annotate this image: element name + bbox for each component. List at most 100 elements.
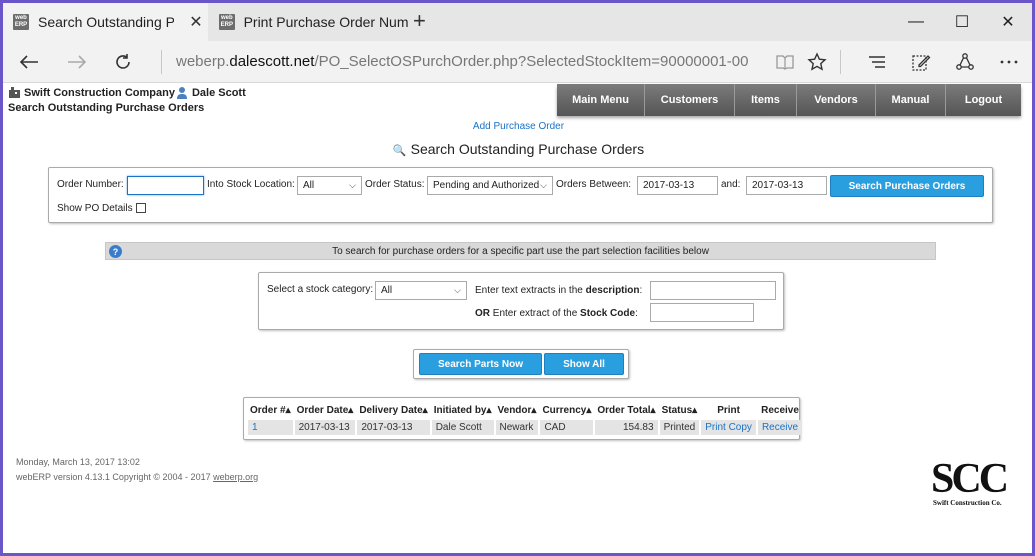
header-print: Print [717,405,740,416]
part-search-panel: Select a stock category: All ⌵ Enter tex… [258,272,784,330]
cell-delivery-date: 2017-03-13 [357,420,430,435]
share-icon [956,53,974,70]
tab-bar: web ERP Search Outstanding Pur ✕ web ERP… [3,3,1032,41]
print-copy-link[interactable]: Print Copy [701,420,756,435]
divider [840,50,841,74]
cell-order-number[interactable]: 1 [248,420,293,435]
footer-version: webERP version 4.13.1 Copyright © 2004 -… [16,472,259,482]
footer-datetime: Monday, March 13, 2017 13:02 [16,457,140,467]
table-row: 1 2017-03-13 2017-03-13 Dale Scott Newar… [248,420,803,435]
minimize-button[interactable]: — [893,3,939,41]
menu-items[interactable]: Items [735,84,797,116]
weberp-link[interactable]: weberp.org [213,472,258,482]
new-tab-button[interactable]: + [413,8,426,34]
refresh-icon [116,54,130,69]
back-button[interactable] [13,46,45,78]
stock-code-input[interactable] [650,303,754,322]
header-initiated-by[interactable]: Initiated by▴ [432,403,494,418]
browser-window: web ERP Search Outstanding Pur ✕ web ERP… [1,1,1034,555]
order-search-panel: Order Number: Into Stock Location: All ⌵… [48,167,993,223]
tab-title: Search Outstanding Pur [38,14,174,30]
header-status[interactable]: Status▴ [660,403,700,418]
reading-view-button[interactable] [769,46,801,78]
tab-search-outstanding[interactable]: web ERP Search Outstanding Pur ✕ [3,3,208,41]
book-icon [776,55,794,70]
date-from-input[interactable] [637,176,718,195]
info-bar: ? To search for purchase orders for a sp… [105,242,936,260]
logo-text: SCC [931,456,1009,502]
category-value: All [381,285,393,296]
date-to-input[interactable] [746,176,827,195]
divider [161,50,162,74]
pen-note-icon [912,55,931,71]
more-dots-icon [1000,60,1018,64]
show-details-checkbox[interactable] [136,203,146,213]
header-vendor[interactable]: Vendor▴ [496,403,539,418]
menu-customers[interactable]: Customers [645,84,735,116]
favorite-button[interactable] [801,46,833,78]
page-title: 🔍 Search Outstanding Purchase Orders [392,141,645,157]
location-select[interactable]: All ⌵ [297,176,362,195]
status-select[interactable]: Pending and Authorized ⌵ [427,176,553,195]
page-content: Swift Construction Company Dale Scott Se… [3,84,1032,553]
info-text: To search for purchase orders for a spec… [332,245,709,257]
close-window-button[interactable]: ✕ [985,3,1031,41]
location-label: Into Stock Location: [207,179,295,190]
menu-manual[interactable]: Manual [876,84,946,116]
more-button[interactable] [993,46,1025,78]
show-all-button[interactable]: Show All [544,353,624,375]
cell-status: Printed [659,420,700,435]
address-bar[interactable]: weberp.dalescott.net/PO_SelectOSPurchOrd… [176,53,748,70]
navigation-bar: weberp.dalescott.net/PO_SelectOSPurchOrd… [3,41,1032,83]
cell-order-total: 154.83 [595,420,658,435]
refresh-button[interactable] [107,46,139,78]
cell-currency: CAD [540,420,594,435]
magnifier-icon: 🔍 [392,145,407,157]
header-order-date[interactable]: Order Date▴ [295,403,356,418]
search-purchase-orders-button[interactable]: Search Purchase Orders [830,175,984,197]
company-header: Swift Construction Company Dale Scott [8,86,246,99]
user-name[interactable]: Dale Scott [192,87,246,99]
chevron-down-icon: ⌵ [454,285,461,295]
forward-button[interactable] [61,46,93,78]
company-name: Swift Construction Company [24,86,175,99]
order-number-label: Order Number: [57,179,124,190]
header-delivery-date[interactable]: Delivery Date▴ [357,403,429,418]
web-note-button[interactable] [905,46,937,78]
part-buttons-panel: Search Parts Now Show All [413,349,629,379]
url-prefix: weberp. [176,53,230,70]
results-table: Order #▴ Order Date▴ Delivery Date▴ Init… [246,401,804,437]
chevron-down-icon: ⌵ [349,180,356,190]
header-order-number[interactable]: Order #▴ [248,403,293,418]
receive-link[interactable]: Receive [757,420,803,435]
user-icon [176,86,189,99]
tab-close-icon[interactable]: ✕ [188,12,204,32]
header-currency[interactable]: Currency▴ [540,403,593,418]
url-path: /PO_SelectOSPurchOrder.php?SelectedStock… [314,53,749,70]
description-input[interactable] [650,281,776,300]
tab-print-purchase-order[interactable]: web ERP Print Purchase Order Numb [209,3,409,41]
show-details-label: Show PO Details [57,203,133,214]
add-purchase-order-link: Add Purchase Order [472,121,565,132]
location-value: All [303,180,315,191]
category-label: Select a stock category: [267,284,374,295]
menu-vendors[interactable]: Vendors [797,84,876,116]
search-parts-button[interactable]: Search Parts Now [419,353,542,375]
maximize-button[interactable]: ☐ [939,3,985,41]
help-icon: ? [109,245,122,258]
header-order-total[interactable]: Order Total▴ [595,403,657,418]
order-number-input[interactable] [127,176,204,195]
status-label: Order Status: [365,179,425,190]
menu-main-menu[interactable]: Main Menu [557,84,645,116]
share-button[interactable] [949,46,981,78]
weberp-favicon-icon: web ERP [13,14,29,30]
hub-button[interactable] [861,46,893,78]
menu-logout[interactable]: Logout [946,84,1021,116]
cell-initiated-by: Dale Scott [431,420,494,435]
category-select[interactable]: All ⌵ [375,281,467,300]
logo-subtext: Swift Construction Co. [933,499,1002,507]
weberp-favicon-icon: web ERP [219,14,235,30]
company-logo: SCC Swift Construction Co. [931,458,1021,510]
page-subtitle: Search Outstanding Purchase Orders [8,102,205,114]
main-menu: Main Menu Customers Items Vendors Manual… [557,84,1021,116]
